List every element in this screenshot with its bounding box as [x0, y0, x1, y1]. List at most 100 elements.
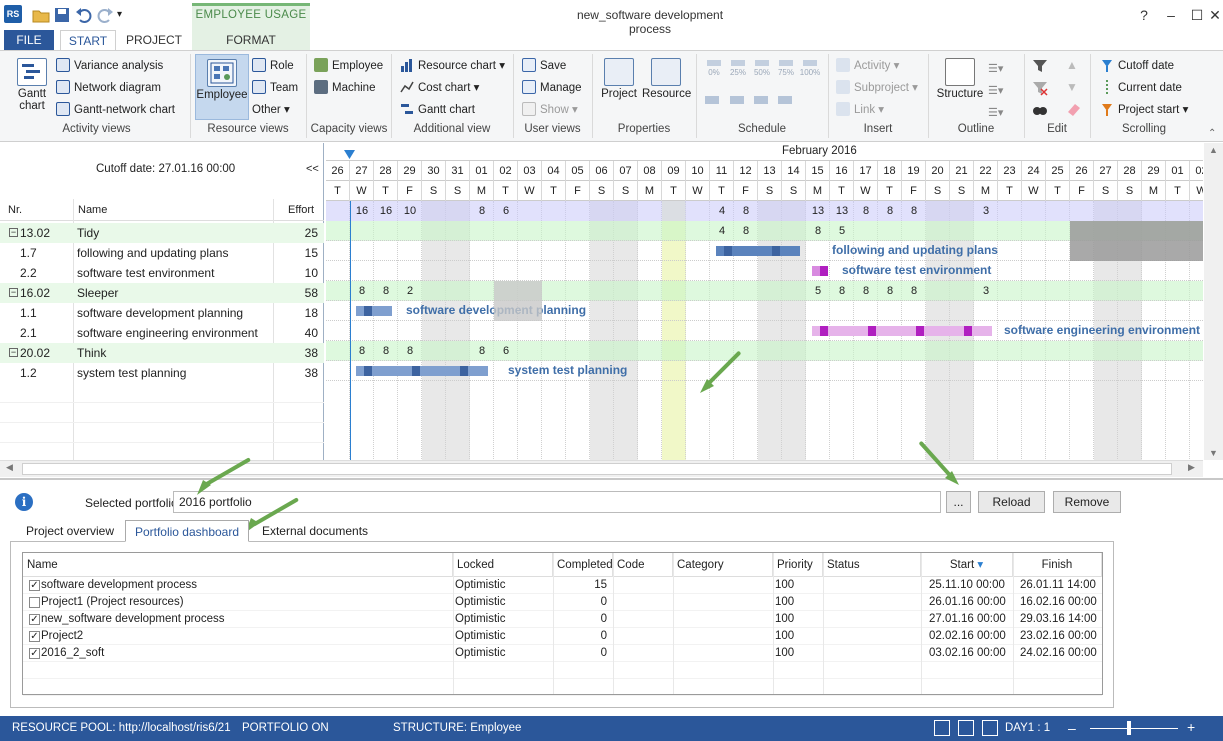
portfolio-column-header[interactable]: Code — [613, 553, 673, 577]
group-row[interactable]: −16.02 Sleeper 58 — [0, 283, 324, 303]
capacity-employee-button[interactable]: Employee — [314, 58, 383, 72]
additional-gantt-chart-button[interactable]: Gantt chart — [400, 102, 475, 116]
zoom-out-button[interactable]: – — [1068, 720, 1076, 736]
schedule-percent-button[interactable]: 50% — [751, 58, 773, 77]
project-checkbox[interactable]: ✓ — [29, 614, 40, 625]
structure-button[interactable]: Structure — [934, 58, 986, 100]
portfolio-column-header[interactable]: Locked — [453, 553, 553, 577]
collapse-ribbon-icon[interactable]: ⌃ — [1208, 128, 1216, 139]
filter-icon[interactable] — [1032, 58, 1048, 77]
help-icon[interactable]: ? — [1131, 4, 1157, 26]
user-view-manage-button[interactable]: Manage — [522, 80, 582, 94]
capacity-machine-button[interactable]: Machine — [314, 80, 375, 94]
table-row[interactable]: 1.7 following and updating plans 15 — [0, 243, 324, 263]
zoom-slider-thumb[interactable] — [1127, 721, 1131, 735]
portfolio-column-header[interactable]: Completed — [553, 553, 613, 577]
gantt-network-button[interactable]: Gantt-network chart — [56, 102, 175, 116]
project-checkbox[interactable] — [29, 597, 40, 608]
customize-toolbar-icon[interactable]: ▾ — [117, 6, 135, 24]
resource-chart-button[interactable]: Resource chart ▾ — [400, 58, 505, 72]
undo-icon[interactable] — [75, 6, 93, 24]
task-bar[interactable] — [356, 366, 488, 376]
minimize-button[interactable]: – — [1158, 4, 1184, 26]
project-checkbox[interactable]: ✓ — [29, 631, 40, 642]
portfolio-row[interactable]: ✓ software development process Optimistic 1… — [23, 577, 1102, 594]
portfolio-row[interactable]: ✓ new_software development process Optimis… — [23, 611, 1102, 628]
scroll-project-start-button[interactable]: Project start ▾ — [1100, 102, 1188, 116]
tab-project[interactable]: PROJECT — [124, 30, 184, 50]
schedule-percent-button[interactable]: 25% — [727, 58, 749, 77]
network-diagram-button[interactable]: Network diagram — [56, 80, 161, 94]
scroll-cutoff-date-button[interactable]: Cutoff date — [1100, 58, 1174, 72]
portfolio-row[interactable]: ✓ 2016_2_soft Optimistic 0 100 03.02.16 00:00… — [23, 645, 1102, 662]
open-folder-icon[interactable] — [32, 6, 50, 24]
find-icon[interactable] — [1032, 102, 1048, 121]
portfolio-column-header[interactable]: Finish — [1013, 553, 1102, 577]
portfolio-column-header[interactable]: Priority — [773, 553, 823, 577]
group-row[interactable]: −13.02 Tidy 25 — [0, 223, 324, 243]
project-properties-button[interactable]: Project — [598, 58, 640, 100]
remove-button[interactable]: Remove — [1053, 491, 1121, 513]
column-header-effort[interactable]: Effort — [288, 200, 314, 220]
info-icon[interactable]: i — [15, 493, 33, 511]
portfolio-column-header[interactable]: Category — [673, 553, 773, 577]
view-icon[interactable] — [934, 720, 950, 736]
schedule-percent-button[interactable]: 100% — [799, 58, 821, 77]
zoom-slider[interactable] — [1090, 728, 1178, 729]
portfolio-row[interactable]: ✓ Project2 Optimistic 0 100 02.02.16 00:00 23.… — [23, 628, 1102, 645]
table-row[interactable]: 2.1 software engineering environment 40 — [0, 323, 324, 343]
maximize-button[interactable]: ☐ — [1184, 4, 1210, 26]
schedule-percent-button[interactable]: 0% — [703, 58, 725, 77]
team-view-button[interactable]: Team — [252, 80, 298, 94]
clear-filter-icon[interactable] — [1032, 80, 1048, 99]
variance-analysis-button[interactable]: Variance analysis — [56, 58, 163, 72]
tab-format[interactable]: FORMAT — [192, 30, 310, 50]
employee-view-button[interactable]: Employee — [195, 54, 249, 120]
scroll-left-icon[interactable]: ◀ — [6, 462, 13, 473]
role-view-button[interactable]: Role — [252, 58, 294, 72]
move-down-icon[interactable]: ▼ — [1066, 80, 1078, 94]
outline-indent-buttons[interactable]: ☰▾ ☰▾ ☰▾ — [988, 58, 1018, 119]
tab-portfolio-dashboard[interactable]: Portfolio dashboard — [125, 520, 249, 542]
move-up-icon[interactable]: ▲ — [1066, 58, 1078, 72]
user-view-save-button[interactable]: Save — [522, 58, 566, 72]
tab-start[interactable]: START — [60, 30, 116, 50]
column-header-name[interactable]: Name — [78, 200, 107, 220]
insert-activity-button[interactable]: Activity ▾ — [836, 58, 899, 72]
project-checkbox[interactable]: ✓ — [29, 580, 40, 591]
collapse-timeline-button[interactable]: << — [306, 163, 319, 175]
resource-properties-button[interactable]: Resource — [642, 58, 691, 100]
schedule-percent-button[interactable]: 75% — [775, 58, 797, 77]
column-header-nr[interactable]: Nr. — [8, 200, 22, 220]
user-view-show-button[interactable]: Show ▾ — [522, 102, 578, 116]
grid-icon[interactable] — [982, 720, 998, 736]
redo-icon[interactable] — [96, 6, 114, 24]
portfolio-column-header[interactable]: Start ▾ — [921, 553, 1013, 577]
tab-file[interactable]: FILE — [4, 30, 54, 50]
browse-portfolio-button[interactable]: ... — [946, 491, 971, 513]
portfolio-column-header[interactable]: Name — [23, 553, 453, 577]
other-view-dropdown[interactable]: Other ▾ — [252, 102, 290, 116]
vertical-scrollbar[interactable]: ▲ ▼ — [1204, 143, 1223, 460]
close-button[interactable]: ✕ — [1208, 4, 1222, 26]
scroll-thumb[interactable] — [22, 463, 1172, 475]
eraser-icon[interactable] — [1066, 102, 1082, 119]
collapse-icon[interactable]: − — [9, 228, 18, 237]
task-bar[interactable] — [356, 306, 392, 316]
table-row[interactable]: 1.2 system test planning 38 — [0, 363, 324, 383]
scroll-current-date-button[interactable]: Current date — [1100, 80, 1182, 94]
table-row[interactable]: 2.2 software test environment 10 — [0, 263, 324, 283]
reload-button[interactable]: Reload — [978, 491, 1045, 513]
tab-external-documents[interactable]: External documents — [258, 520, 372, 542]
project-checkbox[interactable]: ✓ — [29, 648, 40, 659]
tab-project-overview[interactable]: Project overview — [22, 520, 118, 542]
portfolio-column-header[interactable]: Status — [823, 553, 921, 577]
insert-link-button[interactable]: Link ▾ — [836, 102, 884, 116]
collapse-icon[interactable]: − — [9, 348, 18, 357]
horizontal-scrollbar[interactable]: ◀ ▶ — [0, 460, 1203, 477]
scroll-right-icon[interactable]: ▶ — [1188, 462, 1195, 473]
group-row[interactable]: −20.02 Think 38 — [0, 343, 324, 363]
collapse-icon[interactable]: − — [9, 288, 18, 297]
save-icon[interactable] — [53, 6, 71, 24]
layout-icon[interactable] — [958, 720, 974, 736]
